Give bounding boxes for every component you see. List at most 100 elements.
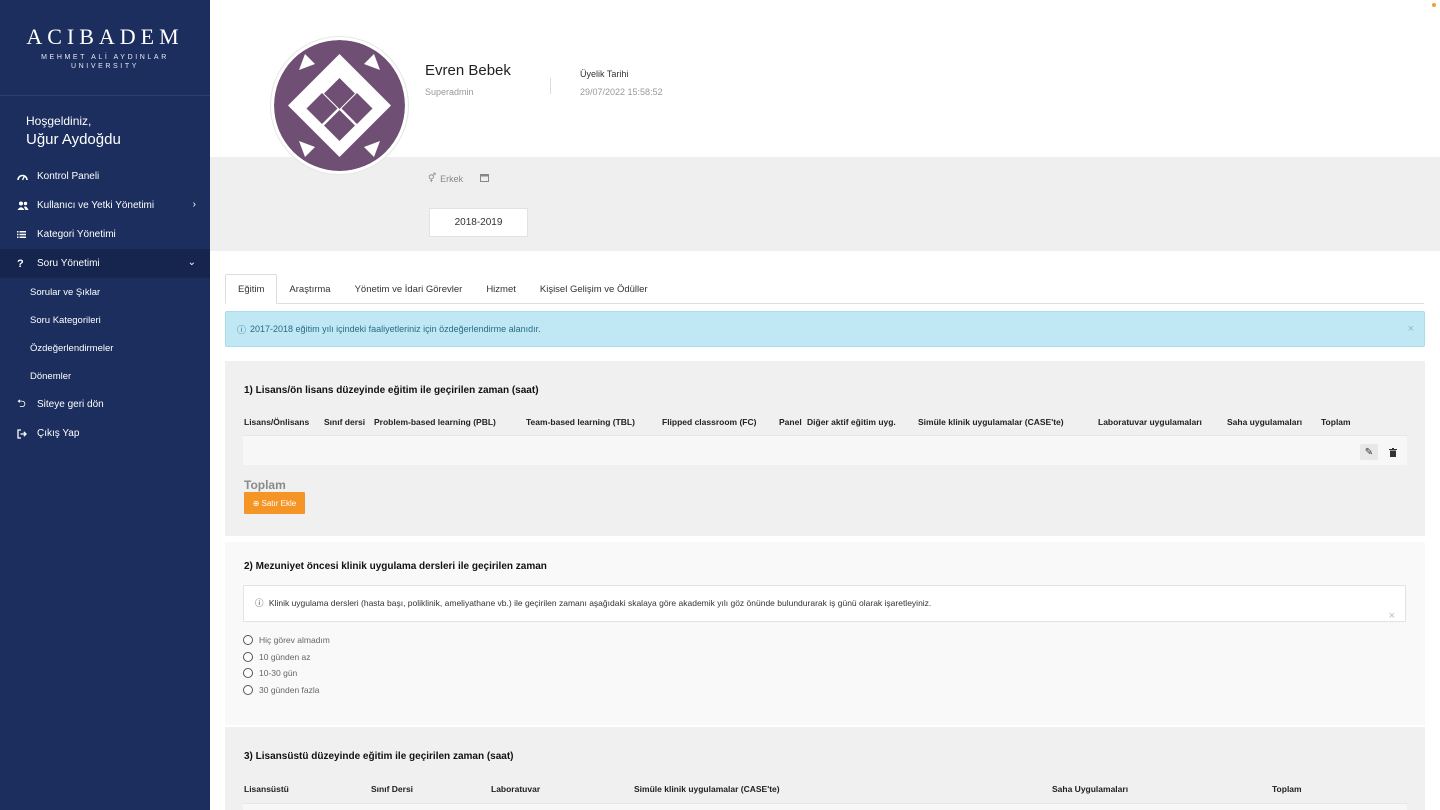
sidebar-item-kullanici[interactable]: Kullanıcı ve Yetki Yönetimi ›: [0, 191, 210, 220]
info-alert: ⓘ 2017-2018 eğitim yılı içindeki faaliye…: [225, 311, 1425, 347]
edit-icon[interactable]: ✎: [1360, 444, 1378, 460]
profile-divider: [550, 78, 551, 94]
radio-label: 10-30 gün: [259, 668, 298, 678]
section-klinik: 2) Mezuniyet öncesi klinik uygulama ders…: [225, 542, 1425, 725]
tab-yonetim[interactable]: Yönetim ve İdari Görevler: [343, 274, 475, 304]
column-header: Panel: [779, 417, 802, 427]
sidebar-item-siteye-don[interactable]: ⮌ Siteye geri dön: [0, 390, 210, 419]
column-header: Problem-based learning (PBL): [374, 417, 496, 427]
radio-button[interactable]: [243, 652, 253, 662]
radio-label: 30 günden fazla: [259, 685, 320, 695]
welcome-user-name: Uğur Aydoğdu: [26, 131, 121, 148]
column-header: Simüle klinik uygulamalar (CASE'te): [634, 784, 780, 794]
column-header: Saha Uygulamaları: [1052, 784, 1129, 794]
sidebar-subitem-donemler[interactable]: Dönemler: [0, 362, 210, 390]
column-header: Saha uygulamaları: [1227, 417, 1303, 427]
radio-button[interactable]: [243, 668, 253, 678]
table-row: [243, 803, 1407, 810]
column-header: Sınıf dersi: [324, 417, 366, 427]
sidebar-item-kategori[interactable]: Kategori Yönetimi: [0, 220, 210, 249]
close-icon[interactable]: ×: [1389, 610, 1395, 622]
sidebar-item-label: Kategori Yönetimi: [37, 229, 116, 240]
plus-circle-icon: ⊕: [252, 498, 260, 508]
total-label: Toplam: [244, 478, 286, 492]
close-icon[interactable]: ×: [1408, 323, 1414, 335]
trash-icon[interactable]: [1384, 444, 1402, 460]
note-text: Klinik uygulama dersleri (hasta başı, po…: [268, 598, 932, 608]
sidebar-item-label: Siteye geri dön: [37, 399, 104, 410]
tab-bar: Eğitim Araştırma Yönetim ve İdari Görevl…: [225, 274, 1424, 304]
chevron-right-icon: ›: [192, 199, 196, 210]
logo-subtitle: MEHMET ALİ AYDINLAR: [41, 54, 169, 61]
sidebar-item-label: Çıkış Yap: [37, 428, 80, 439]
question-icon: ?: [17, 257, 24, 270]
radio-button[interactable]: [243, 685, 253, 695]
chevron-down-icon: ⌄: [187, 257, 196, 268]
sidebar-item-soru-yonetimi[interactable]: ? Soru Yönetimi ⌄: [0, 249, 210, 278]
sidebar-menu: Kontrol Paneli Kullanıcı ve Yetki Yöneti…: [0, 162, 210, 448]
sidebar-item-label: Kontrol Paneli: [37, 171, 100, 182]
welcome-greeting: Hoşgeldiniz,: [26, 114, 92, 128]
info-note: ⓘ Klinik uygulama dersleri (hasta başı, …: [243, 585, 1406, 622]
logo-university: UNIVERSITY: [70, 63, 139, 70]
section-title: 1) Lisans/ön lisans düzeyinde eğitim ile…: [244, 385, 539, 396]
sidebar-item-label: Soru Yönetimi: [37, 258, 100, 269]
sidebar: ACIBADEM MEHMET ALİ AYDINLAR UNIVERSITY …: [0, 0, 210, 810]
gender-label: Erkek: [440, 173, 464, 184]
info-icon: ⓘ: [237, 324, 247, 335]
logout-icon: [17, 428, 37, 439]
tab-hizmet[interactable]: Hizmet: [474, 274, 528, 304]
avatar: [271, 37, 408, 174]
column-header: Laboratuvar uygulamaları: [1098, 417, 1202, 427]
column-header: Flipped classroom (FC): [662, 417, 757, 427]
logo-wordmark: ACIBADEM: [26, 24, 184, 49]
sidebar-subitem-ozdegerlendirmeler[interactable]: Özdeğerlendirmeler: [0, 334, 210, 362]
profile-band: [210, 157, 1440, 251]
radio-label: 10 günden az: [259, 652, 311, 662]
membership-date: 29/07/2022 15:58:52: [580, 87, 663, 97]
alert-text: 2017-2018 eğitim yılı içindeki faaliyetl…: [250, 324, 541, 334]
sidebar-subitem-kategoriler[interactable]: Soru Kategorileri: [0, 306, 210, 334]
membership-label: Üyelik Tarihi: [580, 69, 629, 79]
dashboard-icon: [17, 172, 37, 181]
add-row-button[interactable]: ⊕ Satır Ekle: [244, 492, 305, 514]
radio-label: Hiç görev almadım: [259, 635, 330, 645]
welcome-block: Hoşgeldiniz, Uğur Aydoğdu: [0, 96, 210, 162]
section-title: 3) Lisansüstü düzeyinde eğitim ile geçir…: [244, 751, 514, 762]
column-header: Team-based learning (TBL): [526, 417, 635, 427]
radio-option[interactable]: 10 günden az: [243, 652, 311, 662]
radio-button[interactable]: [243, 635, 253, 645]
column-header: Laboratuvar: [491, 784, 541, 794]
tab-kisisel-gelisim[interactable]: Kişisel Gelişim ve Ödüller: [528, 274, 660, 304]
column-header: Toplam: [1321, 417, 1351, 427]
column-header: Toplam: [1272, 784, 1302, 794]
gender-info: ⚥ Erkek: [428, 173, 463, 184]
section-lisans: 1) Lisans/ön lisans düzeyinde eğitim ile…: [225, 361, 1425, 536]
profile-name: Evren Bebek: [425, 62, 511, 79]
sidebar-item-cikis[interactable]: Çıkış Yap: [0, 419, 210, 448]
info-icon: ⓘ: [255, 598, 264, 608]
profile-role: Superadmin: [425, 87, 474, 97]
sidebar-item-kontrol-paneli[interactable]: Kontrol Paneli: [0, 162, 210, 191]
column-header: Lisansüstü: [244, 784, 289, 794]
sidebar-item-label: Kullanıcı ve Yetki Yönetimi: [37, 200, 155, 211]
add-row-label: Satır Ekle: [261, 498, 297, 508]
sidebar-subitem-sorular[interactable]: Sorular ve Şıklar: [0, 278, 210, 306]
users-icon: [17, 201, 37, 210]
year-selector[interactable]: 2018-2019: [429, 208, 528, 237]
calendar-icon: [480, 173, 489, 184]
gender-icon: ⚥: [428, 173, 437, 183]
logo[interactable]: ACIBADEM MEHMET ALİ AYDINLAR UNIVERSITY: [0, 0, 210, 96]
column-header: Sınıf Dersi: [371, 784, 414, 794]
radio-option[interactable]: 10-30 gün: [243, 668, 297, 678]
return-icon: ⮌: [17, 398, 26, 410]
status-dot: [1432, 3, 1436, 7]
column-header: Lisans/Önlisans: [244, 417, 310, 427]
section-title: 2) Mezuniyet öncesi klinik uygulama ders…: [244, 561, 547, 572]
tab-egitim[interactable]: Eğitim: [225, 274, 278, 304]
radio-option[interactable]: 30 günden fazla: [243, 685, 320, 695]
radio-option[interactable]: Hiç görev almadım: [243, 635, 330, 645]
list-icon: [17, 231, 37, 238]
tab-arastirma[interactable]: Araştırma: [277, 274, 342, 304]
column-header: Simüle klinik uygulamalar (CASE'te): [918, 417, 1064, 427]
